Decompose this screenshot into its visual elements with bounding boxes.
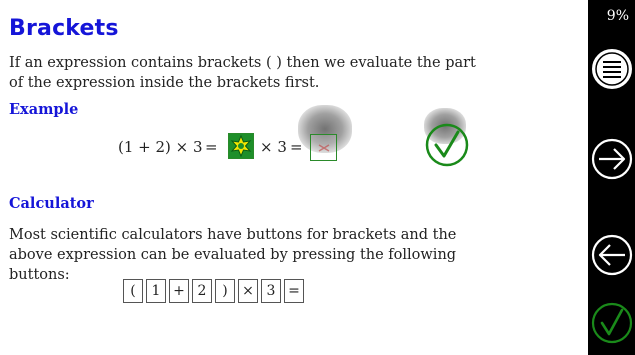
faint-mark-icon	[318, 143, 329, 152]
key-times: ×	[238, 279, 258, 303]
calculator-key-sequence: ( 1 + 2 ) × 3 =	[123, 279, 304, 303]
key-one: 1	[146, 279, 166, 303]
final-answer-box[interactable]	[310, 134, 337, 161]
example-expression: (1 + 2) × 3	[118, 138, 203, 156]
times-three: × 3	[260, 138, 287, 156]
arrow-right-icon[interactable]	[590, 137, 634, 181]
key-plus: +	[169, 279, 189, 303]
key-equals: =	[284, 279, 304, 303]
check-icon[interactable]	[590, 301, 634, 345]
calculator-heading: Calculator	[9, 195, 94, 212]
example-heading: Example	[9, 101, 79, 118]
check-circle-icon[interactable]	[425, 123, 469, 167]
key-three: 3	[261, 279, 281, 303]
key-open-bracket: (	[123, 279, 143, 303]
intro-paragraph: If an expression contains brackets ( ) t…	[9, 55, 476, 91]
page-title: Brackets	[9, 16, 119, 41]
arrow-left-icon[interactable]	[590, 233, 634, 277]
menu-icon[interactable]	[590, 47, 634, 91]
star-icon	[230, 135, 252, 157]
key-close-bracket: )	[215, 279, 235, 303]
equals-sign: =	[205, 138, 218, 156]
nav-sidebar: 9%	[588, 0, 635, 355]
bracket-answer-star-icon[interactable]	[228, 133, 254, 159]
calculator-paragraph: Most scientific calculators have buttons…	[9, 227, 457, 283]
progress-percent: 9%	[606, 8, 629, 24]
key-two: 2	[192, 279, 212, 303]
lesson-panel: Brackets If an expression contains brack…	[0, 0, 588, 355]
